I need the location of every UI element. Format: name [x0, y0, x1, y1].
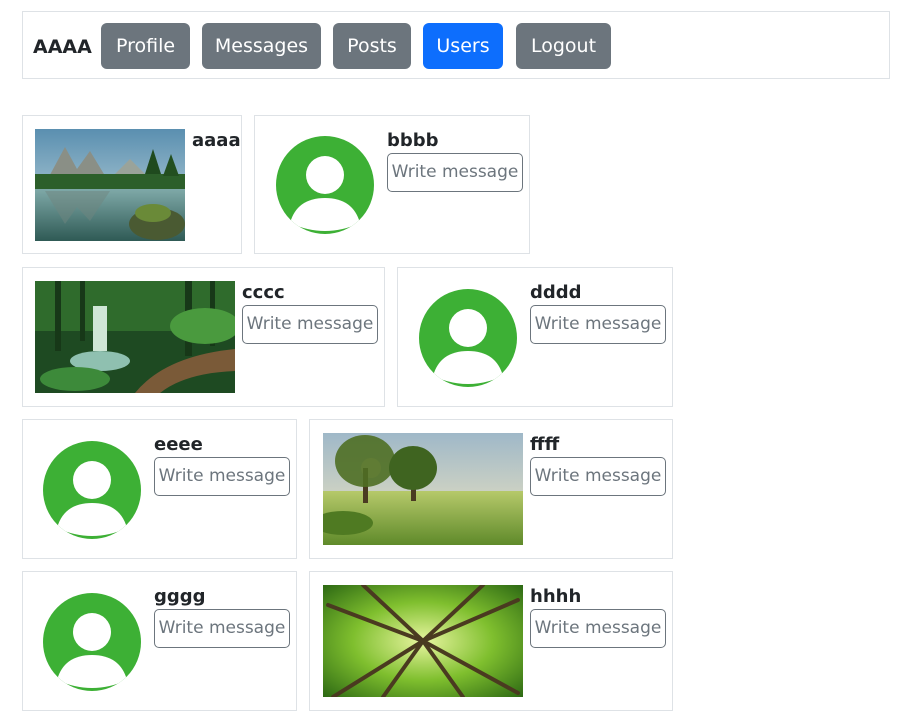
write-message-button[interactable]: Write message — [242, 305, 378, 344]
user-card-gggg: gggg Write message — [22, 571, 297, 711]
user-name: aaaa — [192, 130, 241, 151]
nav-logout-button[interactable]: Logout — [516, 23, 611, 69]
meadow-trees-photo — [323, 433, 523, 545]
brand-title: AAAA — [33, 36, 92, 58]
user-card-hhhh: hhhh Write message — [309, 571, 673, 711]
user-card-cccc: cccc Write message — [22, 267, 385, 407]
mountain-lake-photo — [35, 129, 185, 241]
nav-profile-button[interactable]: Profile — [101, 23, 190, 69]
user-name: dddd — [530, 282, 582, 303]
user-name: cccc — [242, 282, 285, 303]
nav-posts-button[interactable]: Posts — [333, 23, 411, 69]
write-message-button[interactable]: Write message — [530, 457, 666, 496]
write-message-button[interactable]: Write message — [530, 305, 666, 344]
user-card-ffff: ffff Write message — [309, 419, 673, 559]
default-avatar-icon — [418, 288, 518, 388]
write-message-button[interactable]: Write message — [154, 609, 290, 648]
write-message-button[interactable]: Write message — [387, 153, 523, 192]
user-card-dddd: dddd Write message — [397, 267, 673, 407]
forest-waterfall-photo — [35, 281, 235, 393]
user-name: eeee — [154, 434, 203, 455]
nav-users-button[interactable]: Users — [423, 23, 503, 69]
write-message-button[interactable]: Write message — [154, 457, 290, 496]
user-card-bbbb: bbbb Write message — [254, 115, 530, 254]
nav-messages-button[interactable]: Messages — [202, 23, 321, 69]
navbar: AAAA Profile Messages Posts Users Logout — [22, 11, 890, 79]
tree-canopy-photo — [323, 585, 523, 697]
write-message-button[interactable]: Write message — [530, 609, 666, 648]
user-name: bbbb — [387, 130, 439, 151]
default-avatar-icon — [42, 440, 142, 540]
user-card-eeee: eeee Write message — [22, 419, 297, 559]
default-avatar-icon — [42, 592, 142, 692]
user-name: gggg — [154, 586, 206, 607]
default-avatar-icon — [275, 135, 375, 235]
user-name: hhhh — [530, 586, 582, 607]
user-card-aaaa: aaaa — [22, 115, 242, 254]
user-name: ffff — [530, 434, 560, 455]
